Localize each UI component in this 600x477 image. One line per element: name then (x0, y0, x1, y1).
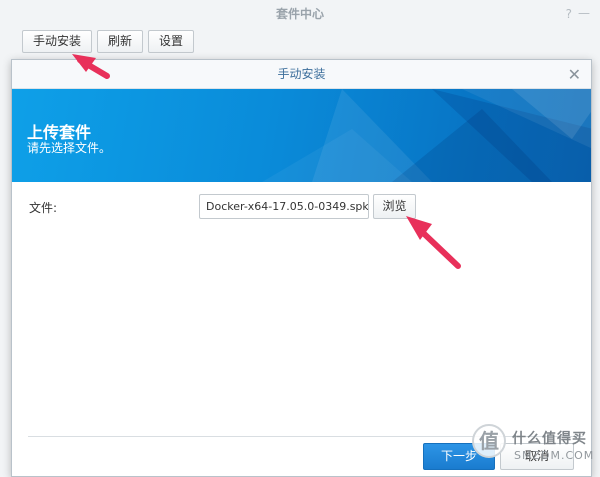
browse-button[interactable]: 浏览 (373, 194, 416, 219)
banner-decoration (262, 89, 591, 182)
help-icon[interactable]: ? (566, 7, 572, 21)
manual-install-button[interactable]: 手动安装 (22, 30, 93, 53)
close-icon[interactable]: ✕ (568, 60, 581, 89)
app-title: 套件中心 (275, 7, 324, 21)
refresh-button[interactable]: 刷新 (97, 30, 144, 53)
watermark-domain: SMZDM.COM (514, 449, 595, 462)
file-label: 文件: (29, 201, 58, 215)
manual-install-dialog: 手动安装 ✕ 上传套件 请先选择文件。 文件: Docker-x64-17.05… (11, 59, 592, 477)
toolbar: 手动安装 刷新 设置 (22, 30, 195, 53)
settings-button[interactable]: 设置 (148, 30, 195, 53)
file-path-input[interactable]: Docker-x64-17.05.0-0349.spk (199, 194, 369, 219)
dialog-titlebar: 手动安装 ✕ (12, 60, 591, 89)
banner-subtitle: 请先选择文件。 (27, 141, 112, 155)
watermark-text: 什么值得买 (512, 431, 587, 447)
watermark-logo: 值 (472, 424, 506, 458)
dialog-banner: 上传套件 请先选择文件。 (12, 89, 591, 182)
minimize-icon[interactable]: — (578, 6, 590, 20)
dialog-title: 手动安装 (277, 67, 326, 81)
